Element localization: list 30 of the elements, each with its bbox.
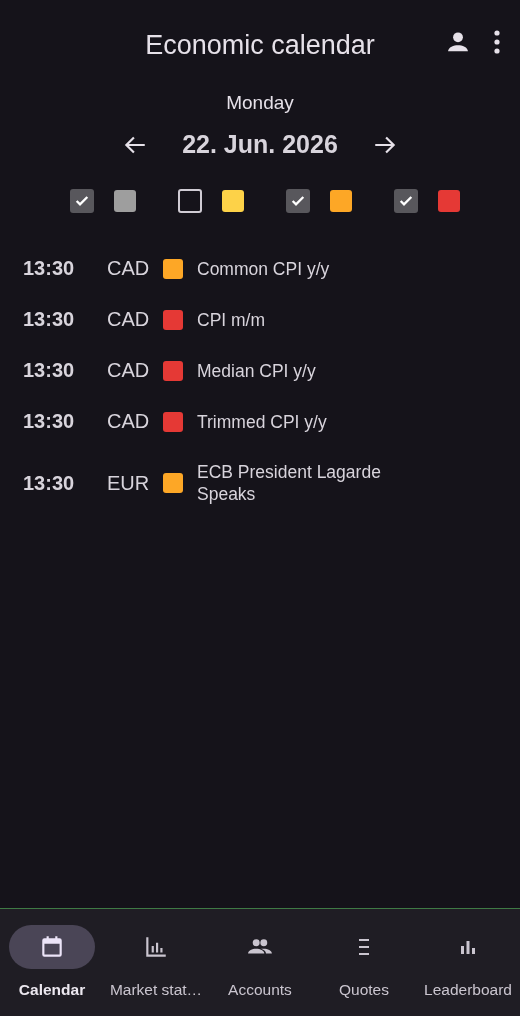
- event-time: 13:30: [23, 410, 76, 433]
- event-time: 13:30: [23, 471, 76, 495]
- event-currency: CAD: [107, 410, 151, 433]
- filter-checkbox[interactable]: [286, 189, 310, 213]
- event-title: Median CPI y/y: [197, 359, 317, 382]
- event-currency: CAD: [107, 257, 151, 280]
- weekday-label: Monday: [225, 92, 295, 114]
- filter-checkbox[interactable]: [178, 189, 202, 213]
- screen-title: Economic calendar: [145, 29, 375, 61]
- event-time: 13:30: [23, 359, 76, 382]
- event-title: Common CPI y/y: [197, 257, 331, 280]
- calendar-icon: [39, 934, 65, 960]
- more-icon[interactable]: [492, 29, 502, 55]
- bar-chart-icon: [143, 934, 169, 960]
- date-label: 22. Jun. 2026: [182, 130, 338, 159]
- event-title: ECB President Lagarde Speaks: [197, 461, 382, 505]
- event-time: 13:30: [23, 308, 76, 331]
- filter-checkbox[interactable]: [70, 189, 94, 213]
- nav-tab[interactable]: Calendar: [0, 925, 104, 1016]
- event-time: 13:30: [23, 257, 76, 280]
- nav-tab[interactable]: Accounts: [208, 925, 312, 1016]
- nav-tab[interactable]: Quotes: [312, 925, 416, 1016]
- nav-tab[interactable]: Leaderboard: [416, 925, 520, 1016]
- event-title: CPI m/m: [197, 308, 267, 331]
- event-currency: CAD: [107, 359, 151, 382]
- event-currency: EUR: [107, 471, 151, 495]
- nav-tab[interactable]: Market stat…: [104, 925, 208, 1016]
- event-title: Trimmed CPI y/y: [197, 410, 328, 433]
- event-currency: CAD: [107, 308, 151, 331]
- filter-checkbox[interactable]: [394, 189, 418, 213]
